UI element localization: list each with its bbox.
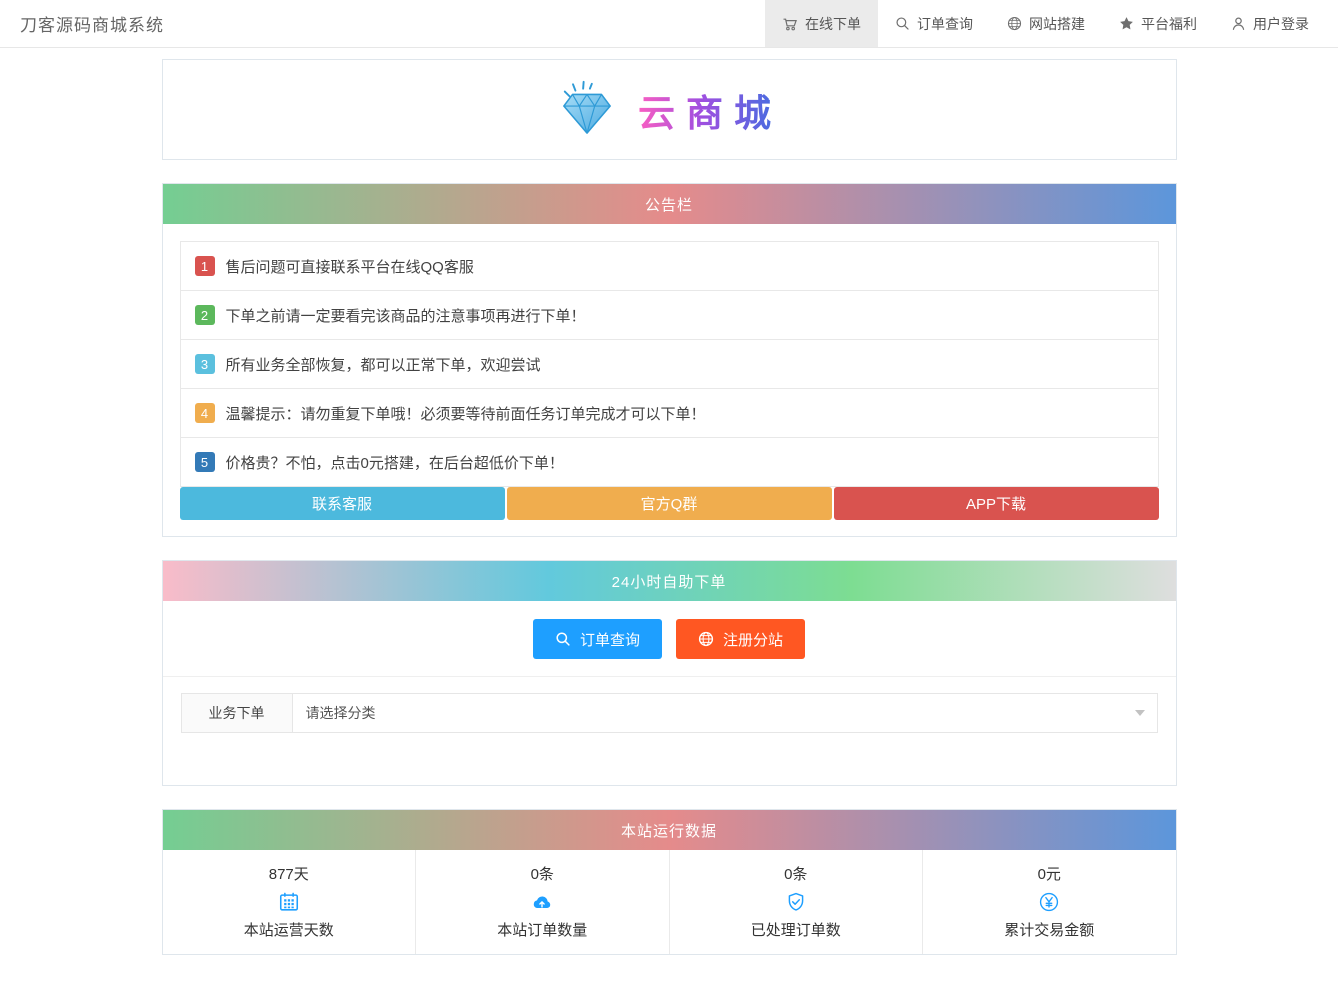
nav-item-site-build[interactable]: 网站搭建 — [990, 0, 1102, 47]
notice-badge: 2 — [194, 305, 215, 325]
stats-row: 877天 本站运营天数 0条 本站订单数量 0条 已处理订单数 0元 累计交易金… — [163, 850, 1176, 954]
notice-header: 公告栏 — [162, 184, 1176, 224]
notice-badge: 1 — [194, 256, 215, 276]
top-navbar: 刀客源码商城系统 在线下单 订单查询 网站搭建 平台福利 用户登录 — [0, 0, 1338, 48]
nav-item-platform-benefits[interactable]: 平台福利 — [1102, 0, 1214, 47]
stat-label: 累计交易金额 — [1004, 922, 1095, 939]
stat-value: 0元 — [1037, 866, 1061, 883]
contact-support-button[interactable]: 联系客服 — [179, 487, 505, 520]
site-title: 刀客源码商城系统 — [20, 16, 164, 35]
globe-icon — [698, 631, 714, 647]
notice-text: 温馨提示：请勿重复下单哦！必须要等待前面任务订单完成才可以下单！ — [225, 405, 706, 423]
order-form-row: 业务下单 请选择分类 — [180, 693, 1158, 733]
notice-badge: 5 — [194, 452, 215, 472]
nav-menu: 在线下单 订单查询 网站搭建 平台福利 用户登录 — [765, 0, 1326, 47]
nav-item-label: 用户登录 — [1253, 15, 1309, 32]
notice-buttons: 联系客服 官方Q群 APP下载 — [179, 487, 1159, 520]
notice-badge: 4 — [194, 403, 215, 423]
search-icon — [895, 16, 910, 31]
notice-row: 5 价格贵？不怕，点击0元搭建，在后台超低价下单！ — [180, 438, 1158, 487]
stat-label: 已处理订单数 — [750, 922, 841, 939]
notice-row: 1 售后问题可直接联系平台在线QQ客服 — [180, 242, 1158, 291]
yen-circle-icon — [1038, 891, 1060, 913]
button-label: 注册分站 — [723, 631, 784, 649]
logo-card: 云商城 — [161, 59, 1177, 160]
stats-card: 本站运行数据 877天 本站运营天数 0条 本站订单数量 0条 已处理订单数 0… — [161, 809, 1177, 955]
notice-card: 公告栏 1 售后问题可直接联系平台在线QQ客服 2 下单之前请一定要看完该商品的… — [161, 183, 1177, 537]
notice-row: 3 所有业务全部恢复，都可以正常下单，欢迎尝试 — [180, 340, 1158, 389]
cart-icon — [782, 16, 798, 32]
calendar-icon — [278, 891, 300, 913]
nav-item-online-order[interactable]: 在线下单 — [765, 0, 878, 47]
order-form-label: 业务下单 — [180, 693, 293, 733]
order-query-button[interactable]: 订单查询 — [532, 619, 662, 659]
stat-label: 本站订单数量 — [497, 922, 588, 939]
cloud-upload-icon — [531, 891, 553, 913]
official-qq-group-button[interactable]: 官方Q群 — [506, 487, 832, 520]
stat-value: 877天 — [268, 866, 309, 883]
logo-text: 云商城 — [634, 83, 782, 137]
globe-icon — [1007, 16, 1022, 31]
nav-item-label: 网站搭建 — [1029, 15, 1085, 32]
button-label: 订单查询 — [579, 631, 640, 649]
diamond-icon — [556, 79, 618, 140]
star-icon — [1119, 16, 1134, 31]
notice-body: 1 售后问题可直接联系平台在线QQ客服 2 下单之前请一定要看完该商品的注意事项… — [163, 224, 1176, 536]
nav-item-label: 平台福利 — [1141, 15, 1197, 32]
stat-value: 0条 — [530, 866, 554, 883]
chevron-down-icon — [1134, 710, 1145, 716]
stat-label: 本站运营天数 — [243, 922, 334, 939]
user-icon — [1231, 16, 1246, 31]
shield-check-icon — [785, 891, 807, 913]
notice-text: 所有业务全部恢复，都可以正常下单，欢迎尝试 — [225, 356, 541, 374]
nav-item-order-query[interactable]: 订单查询 — [878, 0, 990, 47]
self-service-header: 24小时自助下单 — [162, 561, 1176, 601]
nav-item-user-login[interactable]: 用户登录 — [1214, 0, 1326, 47]
nav-item-label: 在线下单 — [805, 15, 861, 32]
stat-total-amount: 0元 累计交易金额 — [923, 850, 1176, 954]
self-service-card: 24小时自助下单 订单查询 注册分站 业务下单 请选择分类 — [161, 560, 1177, 786]
stats-header: 本站运行数据 — [162, 810, 1176, 850]
notice-badge: 3 — [194, 354, 215, 374]
self-service-buttons: 订单查询 注册分站 — [163, 601, 1176, 659]
stat-order-count: 0条 本站订单数量 — [416, 850, 670, 954]
search-icon — [555, 631, 571, 647]
stat-running-days: 877天 本站运营天数 — [163, 850, 416, 954]
notice-text: 售后问题可直接联系平台在线QQ客服 — [225, 258, 474, 276]
notice-list: 1 售后问题可直接联系平台在线QQ客服 2 下单之前请一定要看完该商品的注意事项… — [179, 241, 1159, 487]
app-download-button[interactable]: APP下载 — [833, 487, 1159, 520]
category-select[interactable]: 请选择分类 — [291, 693, 1158, 733]
notice-text: 下单之前请一定要看完该商品的注意事项再进行下单！ — [225, 307, 586, 325]
stat-value: 0条 — [784, 866, 808, 883]
category-select-value: 请选择分类 — [305, 705, 376, 721]
notice-text: 价格贵？不怕，点击0元搭建，在后台超低价下单！ — [225, 454, 564, 472]
main-container: 云商城 公告栏 1 售后问题可直接联系平台在线QQ客服 2 下单之前请一定要看完… — [161, 59, 1177, 955]
register-substation-button[interactable]: 注册分站 — [676, 619, 806, 659]
notice-row: 2 下单之前请一定要看完该商品的注意事项再进行下单！ — [180, 291, 1158, 340]
notice-row: 4 温馨提示：请勿重复下单哦！必须要等待前面任务订单完成才可以下单！ — [180, 389, 1158, 438]
nav-item-label: 订单查询 — [917, 15, 973, 32]
divider — [162, 676, 1176, 677]
stat-processed-orders: 0条 已处理订单数 — [670, 850, 923, 954]
